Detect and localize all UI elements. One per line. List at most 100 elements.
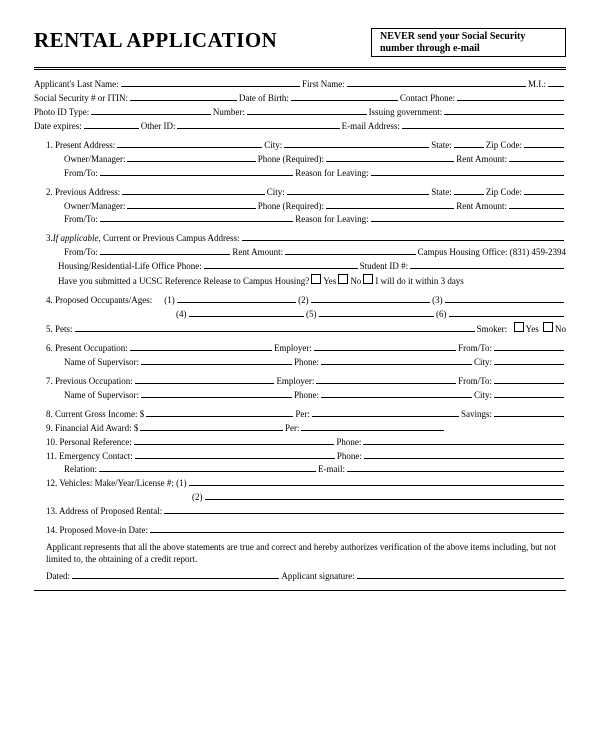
blank-expires[interactable] xyxy=(84,120,139,129)
blank-housing-phone[interactable] xyxy=(204,260,358,269)
label-ssn: Social Security # or ITIN: xyxy=(34,92,128,106)
blank-fromto-2[interactable] xyxy=(100,213,293,222)
blank-income[interactable] xyxy=(146,408,293,417)
blank-owner-1[interactable] xyxy=(127,153,255,162)
blank-per-8[interactable] xyxy=(312,408,459,417)
label-owner-1: Owner/Manager: xyxy=(64,153,125,167)
certification-text: Applicant represents that all the above … xyxy=(34,541,566,565)
blank-employer-6[interactable] xyxy=(314,342,456,351)
blank-rent-3[interactable] xyxy=(285,246,416,255)
label-phone-req-2: Phone (Required): xyxy=(258,200,324,214)
blank-reason-2[interactable] xyxy=(371,213,564,222)
label-city-7: City: xyxy=(474,389,492,403)
blank-occ-1[interactable] xyxy=(177,294,296,303)
section-8-label: 8. Current Gross Income: $ xyxy=(46,408,144,422)
checkbox-ref-3days[interactable] xyxy=(363,274,373,284)
blank-occ-4[interactable] xyxy=(189,308,305,317)
blank-phone-req-2[interactable] xyxy=(326,200,454,209)
blank-occ-2[interactable] xyxy=(311,294,430,303)
blank-employer-7[interactable] xyxy=(316,375,456,384)
blank-vehicle-1[interactable] xyxy=(189,477,564,486)
blank-supervisor-6[interactable] xyxy=(141,356,292,365)
blank-city-6[interactable] xyxy=(494,356,564,365)
blank-ssn[interactable] xyxy=(130,92,237,101)
label-fromto-7: From/To: xyxy=(458,375,492,389)
blank-savings[interactable] xyxy=(494,408,564,417)
blank-zip-1[interactable] xyxy=(524,139,564,148)
blank-vehicle-2[interactable] xyxy=(205,491,565,500)
blank-city-7[interactable] xyxy=(494,389,564,398)
blank-mi[interactable] xyxy=(548,78,564,87)
blank-emergency[interactable] xyxy=(135,450,335,459)
blank-occ-5[interactable] xyxy=(319,308,435,317)
blank-occupation-7[interactable] xyxy=(135,375,275,384)
section-4-label: 4. Proposed Occupants/Ages: xyxy=(46,294,152,308)
blank-fromto-3[interactable] xyxy=(100,246,231,255)
blank-owner-2[interactable] xyxy=(127,200,255,209)
checkbox-ref-yes[interactable] xyxy=(311,274,321,284)
blank-otherid[interactable] xyxy=(177,120,339,129)
blank-address-2[interactable] xyxy=(122,186,265,195)
blank-rent-1[interactable] xyxy=(509,153,564,162)
blank-idtype[interactable] xyxy=(91,106,211,115)
checkbox-ref-no[interactable] xyxy=(338,274,348,284)
blank-supervisor-7[interactable] xyxy=(141,389,292,398)
label-occ-4: (4) xyxy=(176,308,187,322)
section-10-label: 10. Personal Reference: xyxy=(46,436,132,450)
blank-phone-7[interactable] xyxy=(321,389,472,398)
blank-phone-11[interactable] xyxy=(364,450,564,459)
label-vehicle-2: (2) xyxy=(192,491,203,505)
label-zip-1: Zip Code: xyxy=(486,139,522,153)
label-ucsc-ref: Have you submitted a UCSC Reference Rele… xyxy=(58,275,309,289)
blank-address-1[interactable] xyxy=(117,139,262,148)
blank-campus-addr[interactable] xyxy=(242,232,565,241)
blank-dob[interactable] xyxy=(291,92,398,101)
label-rent-2: Rent Amount: xyxy=(456,200,507,214)
label-owner-2: Owner/Manager: xyxy=(64,200,125,214)
blank-state-2[interactable] xyxy=(454,186,484,195)
blank-phone-10[interactable] xyxy=(363,436,564,445)
blank-per-9[interactable] xyxy=(301,422,444,431)
blank-phone-req-1[interactable] xyxy=(326,153,454,162)
blank-first-name[interactable] xyxy=(347,78,526,87)
label-email: E-mail Address: xyxy=(342,120,400,134)
blank-contact[interactable] xyxy=(457,92,564,101)
blank-dated[interactable] xyxy=(72,570,279,579)
blank-phone-6[interactable] xyxy=(321,356,472,365)
section-1-label: 1. Present Address: xyxy=(46,139,115,153)
blank-zip-2[interactable] xyxy=(524,186,564,195)
blank-emergency-email[interactable] xyxy=(347,463,564,472)
checkbox-smoker-no[interactable] xyxy=(543,322,553,332)
blank-issue[interactable] xyxy=(444,106,564,115)
blank-idnum[interactable] xyxy=(247,106,367,115)
blank-fromto-1[interactable] xyxy=(100,167,293,176)
blank-fromto-6[interactable] xyxy=(494,342,564,351)
blank-aid[interactable] xyxy=(140,422,283,431)
label-idtype: Photo ID Type: xyxy=(34,106,89,120)
blank-occ-6[interactable] xyxy=(449,308,565,317)
blank-occ-3[interactable] xyxy=(445,294,564,303)
checkbox-smoker-yes[interactable] xyxy=(514,322,524,332)
label-contact: Contact Phone: xyxy=(400,92,455,106)
blank-city-2[interactable] xyxy=(287,186,430,195)
blank-signature[interactable] xyxy=(357,570,564,579)
blank-relation[interactable] xyxy=(99,463,316,472)
blank-rent-2[interactable] xyxy=(509,200,564,209)
warning-box: NEVER send your Social Security number t… xyxy=(371,28,566,57)
blank-movein[interactable] xyxy=(150,524,564,533)
blank-email[interactable] xyxy=(402,120,564,129)
blank-proposed-addr[interactable] xyxy=(164,505,564,514)
blank-fromto-7[interactable] xyxy=(494,375,564,384)
blank-student-id[interactable] xyxy=(410,260,564,269)
section-3-if: If applicable xyxy=(53,232,99,246)
blank-last-name[interactable] xyxy=(121,78,300,87)
blank-city-1[interactable] xyxy=(284,139,429,148)
label-state-1: State: xyxy=(431,139,452,153)
label-supervisor-7: Name of Supervisor: xyxy=(64,389,139,403)
blank-pets[interactable] xyxy=(75,323,475,332)
blank-state-1[interactable] xyxy=(454,139,484,148)
blank-occupation-6[interactable] xyxy=(130,342,272,351)
blank-reason-1[interactable] xyxy=(371,167,564,176)
label-smoker-yes: Yes xyxy=(526,323,539,337)
blank-reference[interactable] xyxy=(134,436,335,445)
